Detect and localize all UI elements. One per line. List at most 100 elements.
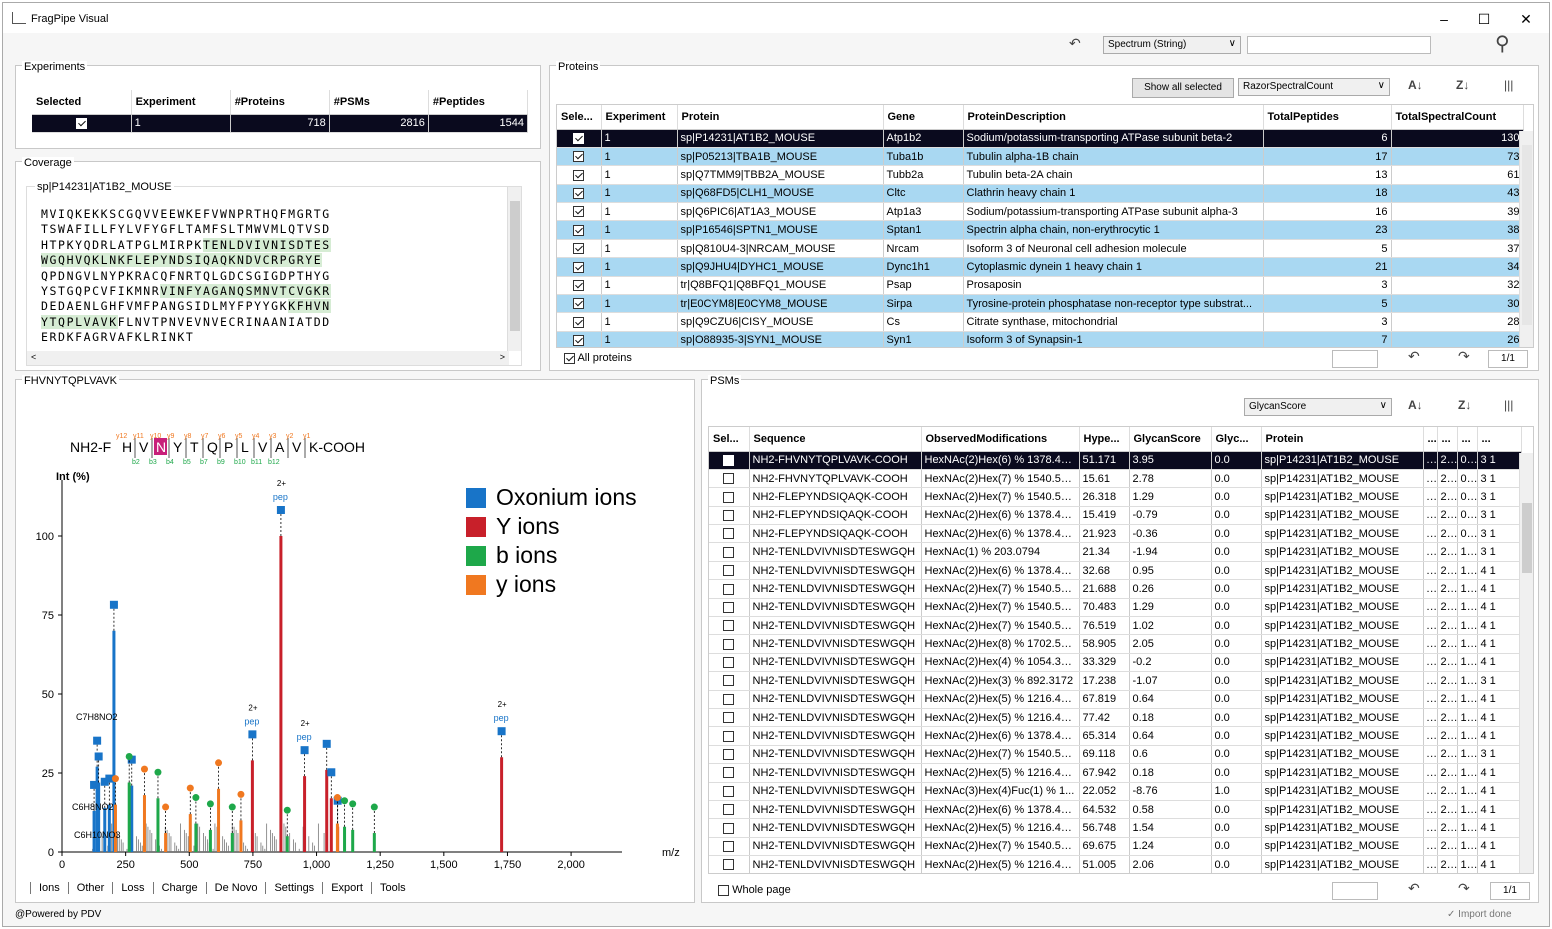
select-cell[interactable] xyxy=(709,653,750,673)
column-header[interactable]: Protein xyxy=(677,105,884,130)
table-row[interactable]: NH2-TENLDVIVNISDTESWGQH HexNAc(2)Hex(4) %… xyxy=(709,653,1522,673)
table-row[interactable]: NH2-TENLDVIVNISDTESWGQH HexNAc(2)Hex(7) %… xyxy=(709,616,1522,636)
tab-charge[interactable]: Charge xyxy=(152,882,206,894)
protein-page-input[interactable] xyxy=(1332,350,1378,368)
minimize-button[interactable]: – xyxy=(1429,9,1459,29)
table-row[interactable]: 1 sp|Q6PIC6|AT1A3_MOUSE Atp1a3 Sodium/potas… xyxy=(557,202,1524,222)
previous-page-icon[interactable]: ↶ xyxy=(1408,348,1420,365)
column-header[interactable]: #Peptides xyxy=(428,90,529,115)
select-cell[interactable] xyxy=(32,114,132,133)
search-type-select[interactable]: Spectrum (String) ∨ xyxy=(1103,36,1241,54)
column-header[interactable]: Glyc... xyxy=(1211,427,1262,452)
column-header[interactable]: ... xyxy=(1423,427,1438,452)
table-row[interactable]: NH2-TENLDVIVNISDTESWGQH HexNAc(2)Hex(8) %… xyxy=(709,634,1522,654)
tab-tools[interactable]: Tools xyxy=(370,882,414,894)
sort-ascending-icon[interactable]: A↓ xyxy=(1408,78,1423,92)
select-cell[interactable] xyxy=(557,184,602,204)
select-cell[interactable] xyxy=(709,745,750,765)
column-header[interactable]: Experiment xyxy=(601,105,678,130)
table-row[interactable]: 1 tr|E0CYM8|E0CYM8_MOUSE Sirpa Tyrosine-pro… xyxy=(557,294,1524,314)
select-cell[interactable] xyxy=(709,837,750,857)
select-cell[interactable] xyxy=(557,165,602,185)
close-button[interactable]: ✕ xyxy=(1511,9,1541,29)
table-row[interactable]: 1 sp|P14231|AT1B2_MOUSE Atp1b2 Sodium/potas… xyxy=(557,129,1524,148)
psm-page-input[interactable] xyxy=(1332,882,1378,900)
next-page-icon[interactable]: ↷ xyxy=(1458,880,1470,897)
search-icon[interactable]: ⚲ xyxy=(1495,31,1510,56)
column-header[interactable]: TotalPeptides xyxy=(1263,105,1392,130)
psms-scrollbar[interactable] xyxy=(1519,453,1533,873)
tab-other[interactable]: Other xyxy=(67,882,113,894)
select-cell[interactable] xyxy=(709,690,750,709)
protein-sort-select[interactable]: RazorSpectralCount ∨ xyxy=(1238,78,1390,96)
sort-ascending-icon[interactable]: A↓ xyxy=(1408,398,1423,412)
table-row[interactable]: NH2-TENLDVIVNISDTESWGQH HexNAc(2)Hex(6) %… xyxy=(709,726,1522,746)
table-row[interactable]: NH2-TENLDVIVNISDTESWGQH HexNAc(2)Hex(5) %… xyxy=(709,818,1522,838)
table-row[interactable]: 1 sp|P05213|TBA1B_MOUSE Tuba1b Tubulin alph… xyxy=(557,147,1524,167)
column-header[interactable]: ... xyxy=(1477,427,1522,452)
table-row[interactable]: 1 718 2816 1544 xyxy=(32,114,529,133)
select-cell[interactable] xyxy=(709,579,750,599)
select-cell[interactable] xyxy=(709,763,750,783)
table-row[interactable]: 1 sp|O88935-3|SYN1_MOUSE Syn1 Isoform 3 of … xyxy=(557,331,1524,347)
table-row[interactable]: NH2-TENLDVIVNISDTESWGQH HexNAc(1) % 203.0… xyxy=(709,542,1522,562)
coverage-hscrollbar[interactable]: < > xyxy=(27,351,509,365)
column-header[interactable]: #PSMs xyxy=(329,90,429,115)
all-proteins-checkbox[interactable]: All proteins xyxy=(564,352,632,364)
table-row[interactable]: 1 sp|Q9CZU6|CISY_MOUSE Cs Citrate synthase,… xyxy=(557,312,1524,332)
column-settings-icon[interactable]: ||| xyxy=(1504,78,1513,92)
table-row[interactable]: NH2-FLEPYNDSIQAQK-COOH HexNAc(2)Hex(7) % … xyxy=(709,487,1522,507)
next-page-icon[interactable]: ↷ xyxy=(1458,348,1470,365)
table-row[interactable]: NH2-TENLDVIVNISDTESWGQH HexNAc(2)Hex(5) %… xyxy=(709,763,1522,783)
table-row[interactable]: NH2-TENLDVIVNISDTESWGQH HexNAc(2)Hex(7) %… xyxy=(709,598,1522,618)
table-row[interactable]: NH2-FHVNYTQPLVAVK-COOH HexNAc(2)Hex(7) % … xyxy=(709,469,1522,489)
column-header[interactable]: Protein xyxy=(1261,427,1424,452)
table-row[interactable]: 1 sp|P16546|SPTN1_MOUSE Sptan1 Spectrin alp… xyxy=(557,220,1524,240)
select-cell[interactable] xyxy=(557,331,602,347)
tab-de-novo[interactable]: De Novo xyxy=(205,882,266,894)
select-cell[interactable] xyxy=(709,524,750,544)
table-row[interactable]: NH2-TENLDVIVNISDTESWGQH HexNAc(2)Hex(5) %… xyxy=(709,690,1522,709)
sort-descending-icon[interactable]: Z↓ xyxy=(1458,398,1471,412)
column-header[interactable]: Hype... xyxy=(1079,427,1130,452)
previous-page-icon[interactable]: ↶ xyxy=(1408,880,1420,897)
select-cell[interactable] xyxy=(709,616,750,636)
table-row[interactable]: NH2-TENLDVIVNISDTESWGQH HexNAc(2)Hex(6) %… xyxy=(709,800,1522,820)
undo-icon[interactable]: ↶ xyxy=(1069,35,1081,52)
column-header[interactable]: GlycanScore xyxy=(1129,427,1212,452)
table-row[interactable]: NH2-TENLDVIVNISDTESWGQH HexNAc(2)Hex(6) %… xyxy=(709,561,1522,581)
table-row[interactable]: NH2-FHVNYTQPLVAVK-COOH HexNAc(2)Hex(6) % … xyxy=(709,451,1522,470)
column-header[interactable]: ... xyxy=(1437,427,1458,452)
table-row[interactable]: NH2-TENLDVIVNISDTESWGQH HexNAc(2)Hex(7) %… xyxy=(709,745,1522,765)
select-cell[interactable] xyxy=(709,469,750,489)
column-header[interactable]: Gene xyxy=(883,105,964,130)
search-input[interactable] xyxy=(1247,36,1431,54)
psm-sort-select[interactable]: GlycanScore ∨ xyxy=(1244,398,1392,416)
select-cell[interactable] xyxy=(709,451,750,470)
column-header[interactable]: TotalSpectralCount xyxy=(1391,105,1524,130)
table-row[interactable]: 1 tr|Q8BFQ1|Q8BFQ1_MOUSE Psap Prosaposin 3 32 xyxy=(557,276,1524,296)
select-cell[interactable] xyxy=(557,202,602,222)
table-row[interactable]: 1 sp|Q9JHU4|DYHC1_MOUSE Dync1h1 Cytoplasmic… xyxy=(557,257,1524,277)
table-row[interactable]: NH2-TENLDVIVNISDTESWGQH HexNAc(2)Hex(5) %… xyxy=(709,708,1522,728)
table-row[interactable]: 1 sp|Q810U4-3|NRCAM_MOUSE Nrcam Isoform 3 o… xyxy=(557,239,1524,259)
maximize-button[interactable]: ☐ xyxy=(1469,9,1499,29)
table-row[interactable]: 1 sp|Q68FD5|CLH1_MOUSE Cltc Clathrin heavy … xyxy=(557,184,1524,204)
select-cell[interactable] xyxy=(709,782,750,801)
select-cell[interactable] xyxy=(557,294,602,314)
table-row[interactable]: NH2-TENLDVIVNISDTESWGQH HexNAc(3)Hex(4)Fu… xyxy=(709,782,1522,801)
select-cell[interactable] xyxy=(557,129,602,148)
tab-settings[interactable]: Settings xyxy=(265,882,322,894)
select-cell[interactable] xyxy=(557,276,602,296)
select-cell[interactable] xyxy=(557,220,602,240)
table-row[interactable]: NH2-TENLDVIVNISDTESWGQH HexNAc(2)Hex(7) %… xyxy=(709,579,1522,599)
select-cell[interactable] xyxy=(709,598,750,618)
select-cell[interactable] xyxy=(709,506,750,526)
sort-descending-icon[interactable]: Z↓ xyxy=(1456,78,1469,92)
select-cell[interactable] xyxy=(557,312,602,332)
column-header[interactable]: Sel... xyxy=(709,427,750,452)
select-cell[interactable] xyxy=(709,800,750,820)
column-header[interactable]: Sele... xyxy=(557,105,602,130)
column-header[interactable]: ObservedModifications xyxy=(921,427,1080,452)
column-header[interactable]: Experiment xyxy=(131,90,231,115)
